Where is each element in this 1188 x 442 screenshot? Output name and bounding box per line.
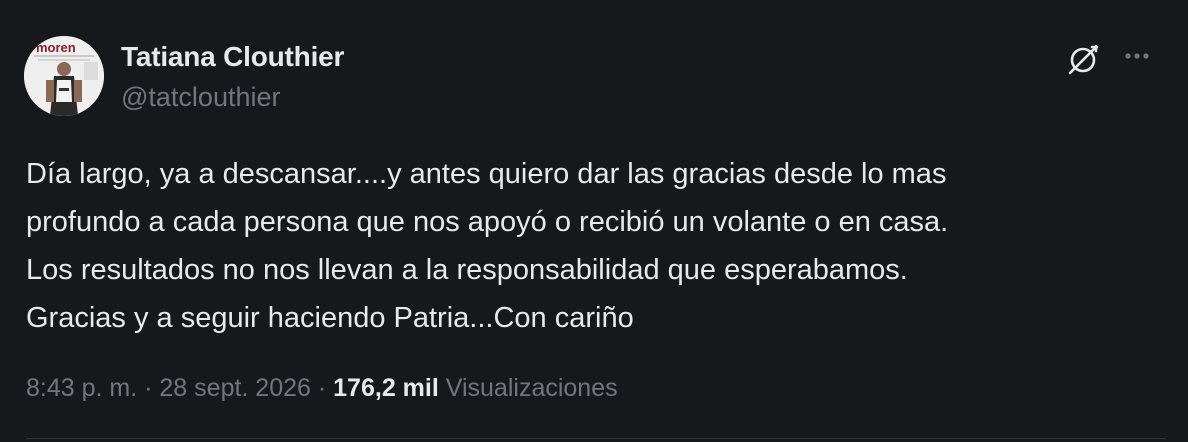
author-name[interactable]: Tatiana Clouthier: [121, 40, 344, 74]
tweet-text-line: profundo a cada persona que nos apoyó o …: [26, 206, 949, 238]
meta-separator: ·: [317, 374, 327, 402]
meta-separator: ·: [144, 374, 153, 402]
tweet-text-line: Día largo, ya a descansar....y antes qui…: [26, 158, 947, 190]
views-count[interactable]: 176,2 mil: [333, 374, 439, 402]
avatar-logo-text: moren: [36, 40, 76, 55]
avatar-image: moren: [24, 36, 104, 116]
more-icon[interactable]: [1120, 44, 1160, 74]
tweet-time[interactable]: 8:43 p. m.: [26, 374, 137, 402]
tweet-text-line: Los resultados no nos llevan a la respon…: [26, 254, 908, 286]
tweet-text-line: Gracias y a seguir haciendo Patria...Con…: [26, 302, 634, 334]
author-handle[interactable]: @tatclouthier: [121, 80, 280, 114]
tweet-date[interactable]: 28 sept. 2026: [159, 374, 311, 402]
tweet-card: moren Tatiana Clouthier @tatclouthier Dí…: [0, 0, 1188, 442]
tweet-meta: 8:43 p. m. · 28 sept. 2026 · 176,2 mil V…: [26, 371, 618, 405]
grok-icon[interactable]: [1063, 40, 1103, 80]
tweet-text: Día largo, ya a descansar....y antes qui…: [26, 150, 1166, 342]
avatar[interactable]: moren: [24, 36, 104, 116]
divider: [26, 438, 1166, 439]
views-label: Visualizaciones: [445, 374, 618, 402]
